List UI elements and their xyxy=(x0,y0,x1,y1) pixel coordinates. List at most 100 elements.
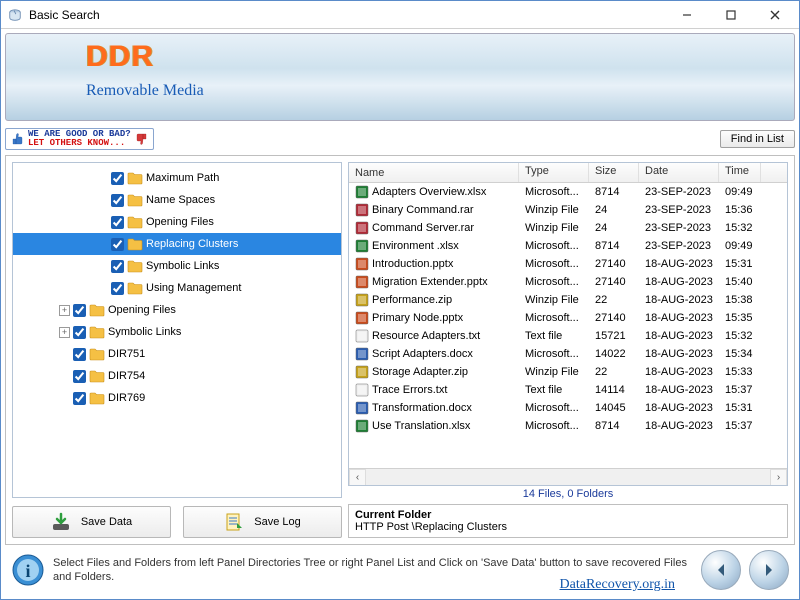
tree-checkbox[interactable] xyxy=(73,304,86,317)
find-in-list-button[interactable]: Find in List xyxy=(720,130,795,148)
tree-checkbox[interactable] xyxy=(111,172,124,185)
file-size: 24 xyxy=(589,204,639,216)
tree-node[interactable]: DIR769 xyxy=(13,387,341,409)
folder-tree[interactable]: Maximum Path Name Spaces Opening Files Repl… xyxy=(13,163,341,497)
expander-placeholder xyxy=(59,349,70,360)
file-type: Microsoft... xyxy=(519,312,589,324)
save-data-button[interactable]: Save Data xyxy=(12,506,171,538)
folder-icon xyxy=(89,391,105,405)
thumbs-up-icon xyxy=(10,132,24,146)
col-name[interactable]: Name xyxy=(349,163,519,182)
folder-icon xyxy=(127,171,143,185)
file-row[interactable]: Resource Adapters.txtText file1572118-AU… xyxy=(349,327,787,345)
file-row[interactable]: Script Adapters.docxMicrosoft...1402218-… xyxy=(349,345,787,363)
file-time: 15:33 xyxy=(719,366,761,378)
file-icon xyxy=(355,311,369,325)
banner-subtitle: Removable Media xyxy=(86,82,204,100)
file-row[interactable]: Introduction.pptxMicrosoft...2714018-AUG… xyxy=(349,255,787,273)
file-row[interactable]: Trace Errors.txtText file1411418-AUG-202… xyxy=(349,381,787,399)
scroll-right-icon[interactable]: › xyxy=(770,469,787,486)
file-row[interactable]: Environment .xlsxMicrosoft...871423-SEP-… xyxy=(349,237,787,255)
h-scrollbar[interactable]: ‹ › xyxy=(349,468,787,485)
tree-checkbox[interactable] xyxy=(111,282,124,295)
save-icon xyxy=(51,512,71,532)
tree-checkbox[interactable] xyxy=(73,326,86,339)
file-name: Environment .xlsx xyxy=(372,240,459,252)
file-type: Microsoft... xyxy=(519,276,589,288)
file-size: 22 xyxy=(589,294,639,306)
file-row[interactable]: Migration Extender.pptxMicrosoft...27140… xyxy=(349,273,787,291)
file-date: 18-AUG-2023 xyxy=(639,384,719,396)
maximize-button[interactable] xyxy=(709,3,753,27)
nav-forward-button[interactable] xyxy=(749,550,789,590)
tree-label: Symbolic Links xyxy=(108,326,181,338)
file-row[interactable]: Adapters Overview.xlsxMicrosoft...871423… xyxy=(349,183,787,201)
file-time: 09:49 xyxy=(719,186,761,198)
file-date: 18-AUG-2023 xyxy=(639,348,719,360)
tree-node[interactable]: Replacing Clusters xyxy=(13,233,341,255)
col-time[interactable]: Time xyxy=(719,163,761,182)
file-size: 15721 xyxy=(589,330,639,342)
tree-node[interactable]: Using Management xyxy=(13,277,341,299)
file-row[interactable]: Command Server.rarWinzip File2423-SEP-20… xyxy=(349,219,787,237)
tree-checkbox[interactable] xyxy=(111,216,124,229)
tree-checkbox[interactable] xyxy=(73,370,86,383)
tree-node[interactable]: Symbolic Links xyxy=(13,255,341,277)
tree-checkbox[interactable] xyxy=(111,260,124,273)
tree-node[interactable]: + Symbolic Links xyxy=(13,321,341,343)
tree-node[interactable]: DIR754 xyxy=(13,365,341,387)
expand-icon[interactable]: + xyxy=(59,305,70,316)
file-row[interactable]: Primary Node.pptxMicrosoft...2714018-AUG… xyxy=(349,309,787,327)
col-size[interactable]: Size xyxy=(589,163,639,182)
file-row[interactable]: Transformation.docxMicrosoft...1404518-A… xyxy=(349,399,787,417)
feedback-banner[interactable]: WE ARE GOOD OR BAD? LET OTHERS KNOW... xyxy=(5,128,154,150)
tree-checkbox[interactable] xyxy=(73,392,86,405)
file-time: 09:49 xyxy=(719,240,761,252)
tree-label: Maximum Path xyxy=(146,172,219,184)
close-button[interactable] xyxy=(753,3,797,27)
file-size: 8714 xyxy=(589,420,639,432)
expand-icon[interactable]: + xyxy=(59,327,70,338)
file-name: Migration Extender.pptx xyxy=(372,276,488,288)
tree-node[interactable]: +Opening Files xyxy=(13,299,341,321)
scroll-left-icon[interactable]: ‹ xyxy=(349,469,366,486)
file-size: 22 xyxy=(589,366,639,378)
tree-node[interactable]: Opening Files xyxy=(13,211,341,233)
col-date[interactable]: Date xyxy=(639,163,719,182)
file-name: Performance.zip xyxy=(372,294,452,306)
app-window: Basic Search DDR Removable Media WE ARE … xyxy=(0,0,800,600)
file-icon xyxy=(355,419,369,433)
folder-icon xyxy=(127,215,143,229)
save-log-button[interactable]: Save Log xyxy=(183,506,342,538)
tree-checkbox[interactable] xyxy=(111,238,124,251)
file-type: Winzip File xyxy=(519,366,589,378)
file-icon xyxy=(355,293,369,307)
folder-icon xyxy=(127,259,143,273)
folder-icon xyxy=(89,325,105,339)
file-name: Storage Adapter.zip xyxy=(372,366,468,378)
file-list[interactable]: Name Type Size Date Time Adapters Overvi… xyxy=(348,162,788,486)
file-row[interactable]: Storage Adapter.zipWinzip File2218-AUG-2… xyxy=(349,363,787,381)
file-type: Microsoft... xyxy=(519,420,589,432)
nav-back-button[interactable] xyxy=(701,550,741,590)
tree-node[interactable]: Name Spaces xyxy=(13,189,341,211)
list-header: Name Type Size Date Time xyxy=(349,163,787,183)
file-row[interactable]: Binary Command.rarWinzip File2423-SEP-20… xyxy=(349,201,787,219)
tree-node[interactable]: Maximum Path xyxy=(13,167,341,189)
col-type[interactable]: Type xyxy=(519,163,589,182)
current-folder-heading: Current Folder xyxy=(355,509,781,521)
tree-label: Opening Files xyxy=(146,216,214,228)
app-icon xyxy=(7,7,23,23)
file-row[interactable]: Performance.zipWinzip File2218-AUG-20231… xyxy=(349,291,787,309)
file-name: Resource Adapters.txt xyxy=(372,330,480,342)
minimize-button[interactable] xyxy=(665,3,709,27)
tree-node[interactable]: DIR751 xyxy=(13,343,341,365)
tree-checkbox[interactable] xyxy=(111,194,124,207)
watermark-link[interactable]: DataRecovery.org.in xyxy=(560,577,675,593)
file-type: Microsoft... xyxy=(519,402,589,414)
file-row[interactable]: Use Translation.xlsxMicrosoft...871418-A… xyxy=(349,417,787,435)
tree-checkbox[interactable] xyxy=(73,348,86,361)
file-name: Adapters Overview.xlsx xyxy=(372,186,486,198)
file-name: Script Adapters.docx xyxy=(372,348,473,360)
file-icon xyxy=(355,365,369,379)
